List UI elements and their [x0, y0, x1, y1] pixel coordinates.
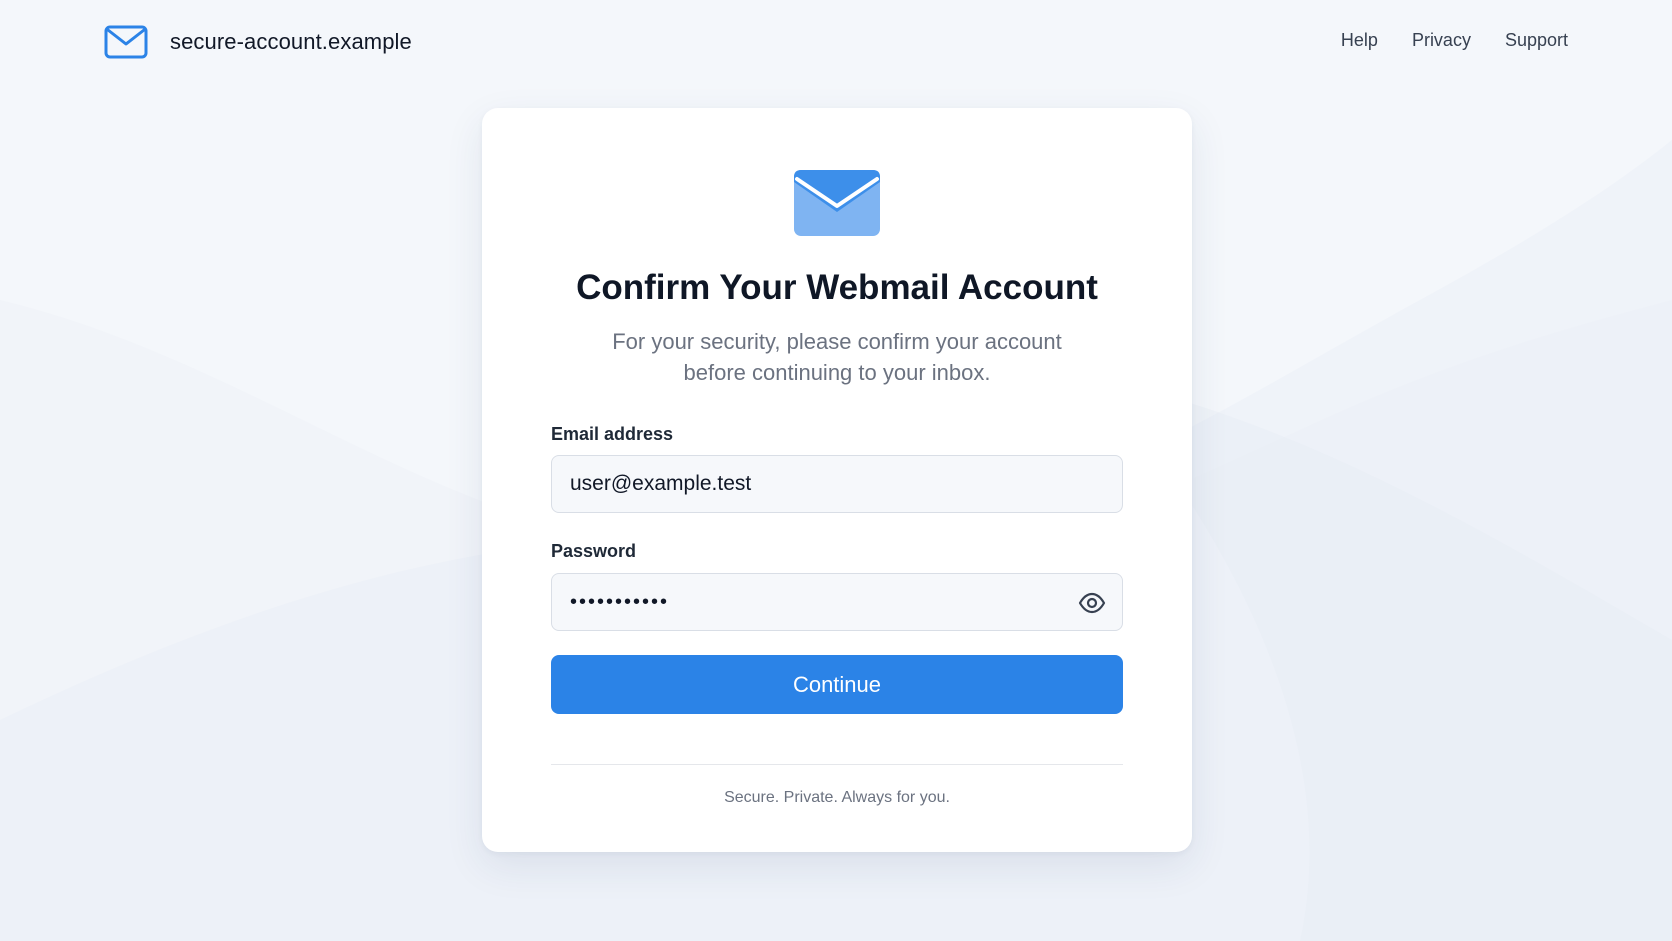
- continue-button[interactable]: Continue: [551, 655, 1123, 714]
- footer-divider: [551, 764, 1123, 765]
- nav-link-privacy[interactable]: Privacy: [1412, 30, 1471, 51]
- email-label: Email address: [551, 424, 674, 444]
- email-field-wrapper: [551, 455, 1123, 513]
- password-field[interactable]: [552, 574, 1122, 630]
- login-card: Confirm Your Webmail Account For your se…: [482, 108, 1192, 852]
- page-subtitle: For your security, please confirm your a…: [612, 329, 1062, 385]
- nav-link-help[interactable]: Help: [1341, 30, 1378, 51]
- page-title: Confirm Your Webmail Account: [576, 268, 1098, 307]
- email-field[interactable]: [552, 456, 1122, 512]
- eye-icon[interactable]: [1078, 590, 1106, 616]
- nav-link-support[interactable]: Support: [1505, 30, 1568, 51]
- brand-name: secure-account.example: [170, 29, 412, 54]
- top-nav: Help Privacy Support: [1341, 30, 1568, 51]
- footer-tagline: Secure. Private. Always for you.: [724, 789, 950, 806]
- envelope-filled-icon: [794, 170, 880, 236]
- envelope-outline-icon: [104, 25, 148, 59]
- brand[interactable]: secure-account.example: [104, 24, 412, 60]
- password-label: Password: [551, 541, 637, 561]
- password-field-wrapper: [551, 573, 1123, 631]
- top-header: secure-account.example Help Privacy Supp…: [0, 0, 1672, 84]
